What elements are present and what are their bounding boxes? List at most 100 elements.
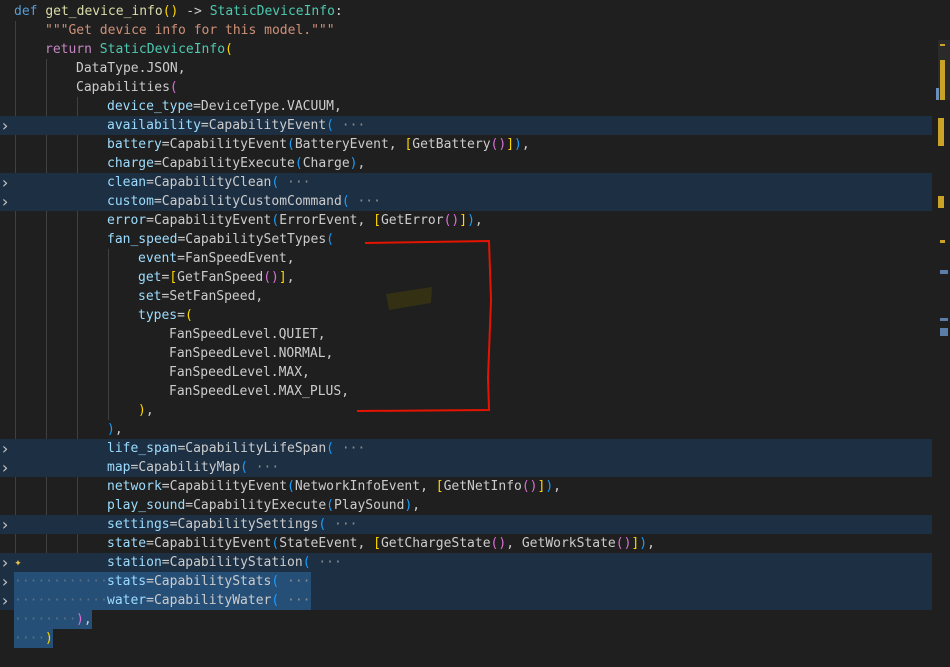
code-line[interactable]: › map=CapabilityMap( ··· [0,458,932,477]
code-text: device_type=DeviceType.VACUUM, [107,97,342,116]
code-line[interactable]: network=CapabilityEvent(NetworkInfoEvent… [0,477,932,496]
code-line[interactable]: ), [0,420,932,439]
code-text: life_span=CapabilityLifeSpan( ··· [107,439,365,458]
code-token: ] [506,137,515,152]
code-token: CapabilitySetTypes [185,232,327,247]
code-line[interactable]: › custom=CapabilityCustomCommand( ··· [0,192,932,211]
code-token: [ [169,270,178,285]
chevron-right-icon[interactable]: › [0,439,11,458]
chevron-right-icon[interactable]: › [0,173,11,192]
code-token: , [412,498,421,513]
code-text: fan_speed=CapabilitySetTypes( [107,230,334,249]
code-line[interactable]: device_type=DeviceType.VACUUM, [0,97,932,116]
code-token: ) [545,479,554,494]
code-line[interactable]: FanSpeedLevel.MAX_PLUS, [0,382,932,401]
sparkle-icon[interactable]: ✦ [12,553,24,572]
code-token: , [474,213,483,228]
code-line[interactable]: state=CapabilityEvent(StateEvent, [GetCh… [0,534,932,553]
code-token: types [138,308,178,323]
whitespace-dots: ············ [14,593,108,608]
code-line[interactable]: get=[GetFanSpeed()], [0,268,932,287]
code-line[interactable]: ············ › stats=CapabilityStats( ··· [0,572,932,591]
code-token: , [647,536,655,551]
code-line[interactable]: FanSpeedLevel.QUIET, [0,325,932,344]
code-token: ] [278,270,287,285]
code-line[interactable]: set=SetFanSpeed, [0,287,932,306]
code-line[interactable]: FanSpeedLevel.NORMAL, [0,344,932,363]
code-token: ( [326,232,334,247]
code-token: DeviceType [200,99,280,114]
code-line[interactable]: battery=CapabilityEvent(BatteryEvent, [G… [0,135,932,154]
code-token: CapabilityStats [153,574,272,589]
code-token: GetFanSpeed [177,270,264,285]
code-token: device_type [107,99,194,114]
code-line[interactable]: play_sound=CapabilityExecute(PlaySound), [0,496,932,515]
code-line[interactable]: › availability=CapabilityEvent( ··· [0,116,932,135]
code-line[interactable]: def get_device_info() -> StaticDeviceInf… [0,2,932,21]
code-text: event=FanSpeedEvent, [138,249,295,268]
code-line[interactable]: › ✦ station=CapabilityStation( ··· [0,553,932,572]
code-line[interactable]: ············ › water=CapabilityWater( ··· [0,591,932,610]
code-token: CapabilityClean [153,175,272,190]
code-token: = [200,118,209,133]
code-token: ( [294,156,303,171]
code-line[interactable]: charge=CapabilityExecute(Charge), [0,154,932,173]
code-line[interactable]: ), [0,401,932,420]
code-token: , [521,137,530,152]
code-token: def [14,4,46,19]
code-text: network=CapabilityEvent(NetworkInfoEvent… [107,477,561,496]
code-editor[interactable]: def get_device_info() -> StaticDeviceInf… [0,0,932,667]
code-token: , [506,536,522,551]
chevron-right-icon[interactable]: › [0,572,11,591]
code-token: ( [318,517,327,532]
code-token: SetFanSpeed, [169,289,264,304]
code-token: CapabilityWater [153,593,272,608]
code-text: set=SetFanSpeed, [138,287,263,306]
code-token: state [107,536,147,551]
code-token: ··· [334,441,366,456]
code-line[interactable]: """Get device info for this model.""" [0,21,932,40]
code-token: CapabilityStation [169,555,303,570]
code-line[interactable]: › settings=CapabilitySettings( ··· [0,515,932,534]
code-line[interactable]: fan_speed=CapabilitySetTypes( [0,230,932,249]
code-token: ··· [310,555,342,570]
code-line[interactable]: Capabilities( [0,78,932,97]
code-token: .VACUUM, [279,99,342,114]
chevron-right-icon[interactable]: › [0,515,11,534]
chevron-right-icon[interactable]: › [0,192,11,211]
code-line[interactable]: › life_span=CapabilityLifeSpan( ··· [0,439,932,458]
code-token: , [553,479,561,494]
code-line[interactable]: ········), [0,610,932,629]
code-token: CapabilityLifeSpan [185,441,327,456]
code-text: play_sound=CapabilityExecute(PlaySound), [107,496,420,515]
code-text: """Get device info for this model.""" [45,21,335,40]
code-token: ··· [333,118,366,133]
minimap-marker [940,318,948,321]
code-token: = [146,574,154,589]
code-token: ] [459,213,468,228]
code-line[interactable]: event=FanSpeedEvent, [0,249,932,268]
code-token: ( [169,80,178,95]
code-token: .NORMAL, [270,346,334,361]
code-token: play_sound [107,498,186,513]
code-line[interactable]: › clean=CapabilityClean( ··· [0,173,932,192]
code-token: map [107,460,131,475]
minimap-marker [938,196,944,208]
code-token: ··· [279,574,311,589]
code-token: Charge [302,156,350,171]
code-line[interactable]: error=CapabilityEvent(ErrorEvent, [GetEr… [0,211,932,230]
minimap-scrollbar[interactable] [932,0,950,667]
chevron-right-icon[interactable]: › [0,553,11,572]
chevron-right-icon[interactable]: › [0,116,11,135]
chevron-right-icon[interactable]: › [0,591,11,610]
code-token: GetError [380,213,444,228]
code-token: = [193,99,201,114]
code-token: () [615,536,632,551]
code-line[interactable]: types=( [0,306,932,325]
code-line[interactable]: ····) [0,629,932,648]
code-line[interactable]: return StaticDeviceInfo( [0,40,932,59]
code-line[interactable]: DataType.JSON, [0,59,932,78]
chevron-right-icon[interactable]: › [0,458,11,477]
code-token: = [146,213,154,228]
code-line[interactable]: FanSpeedLevel.MAX, [0,363,932,382]
